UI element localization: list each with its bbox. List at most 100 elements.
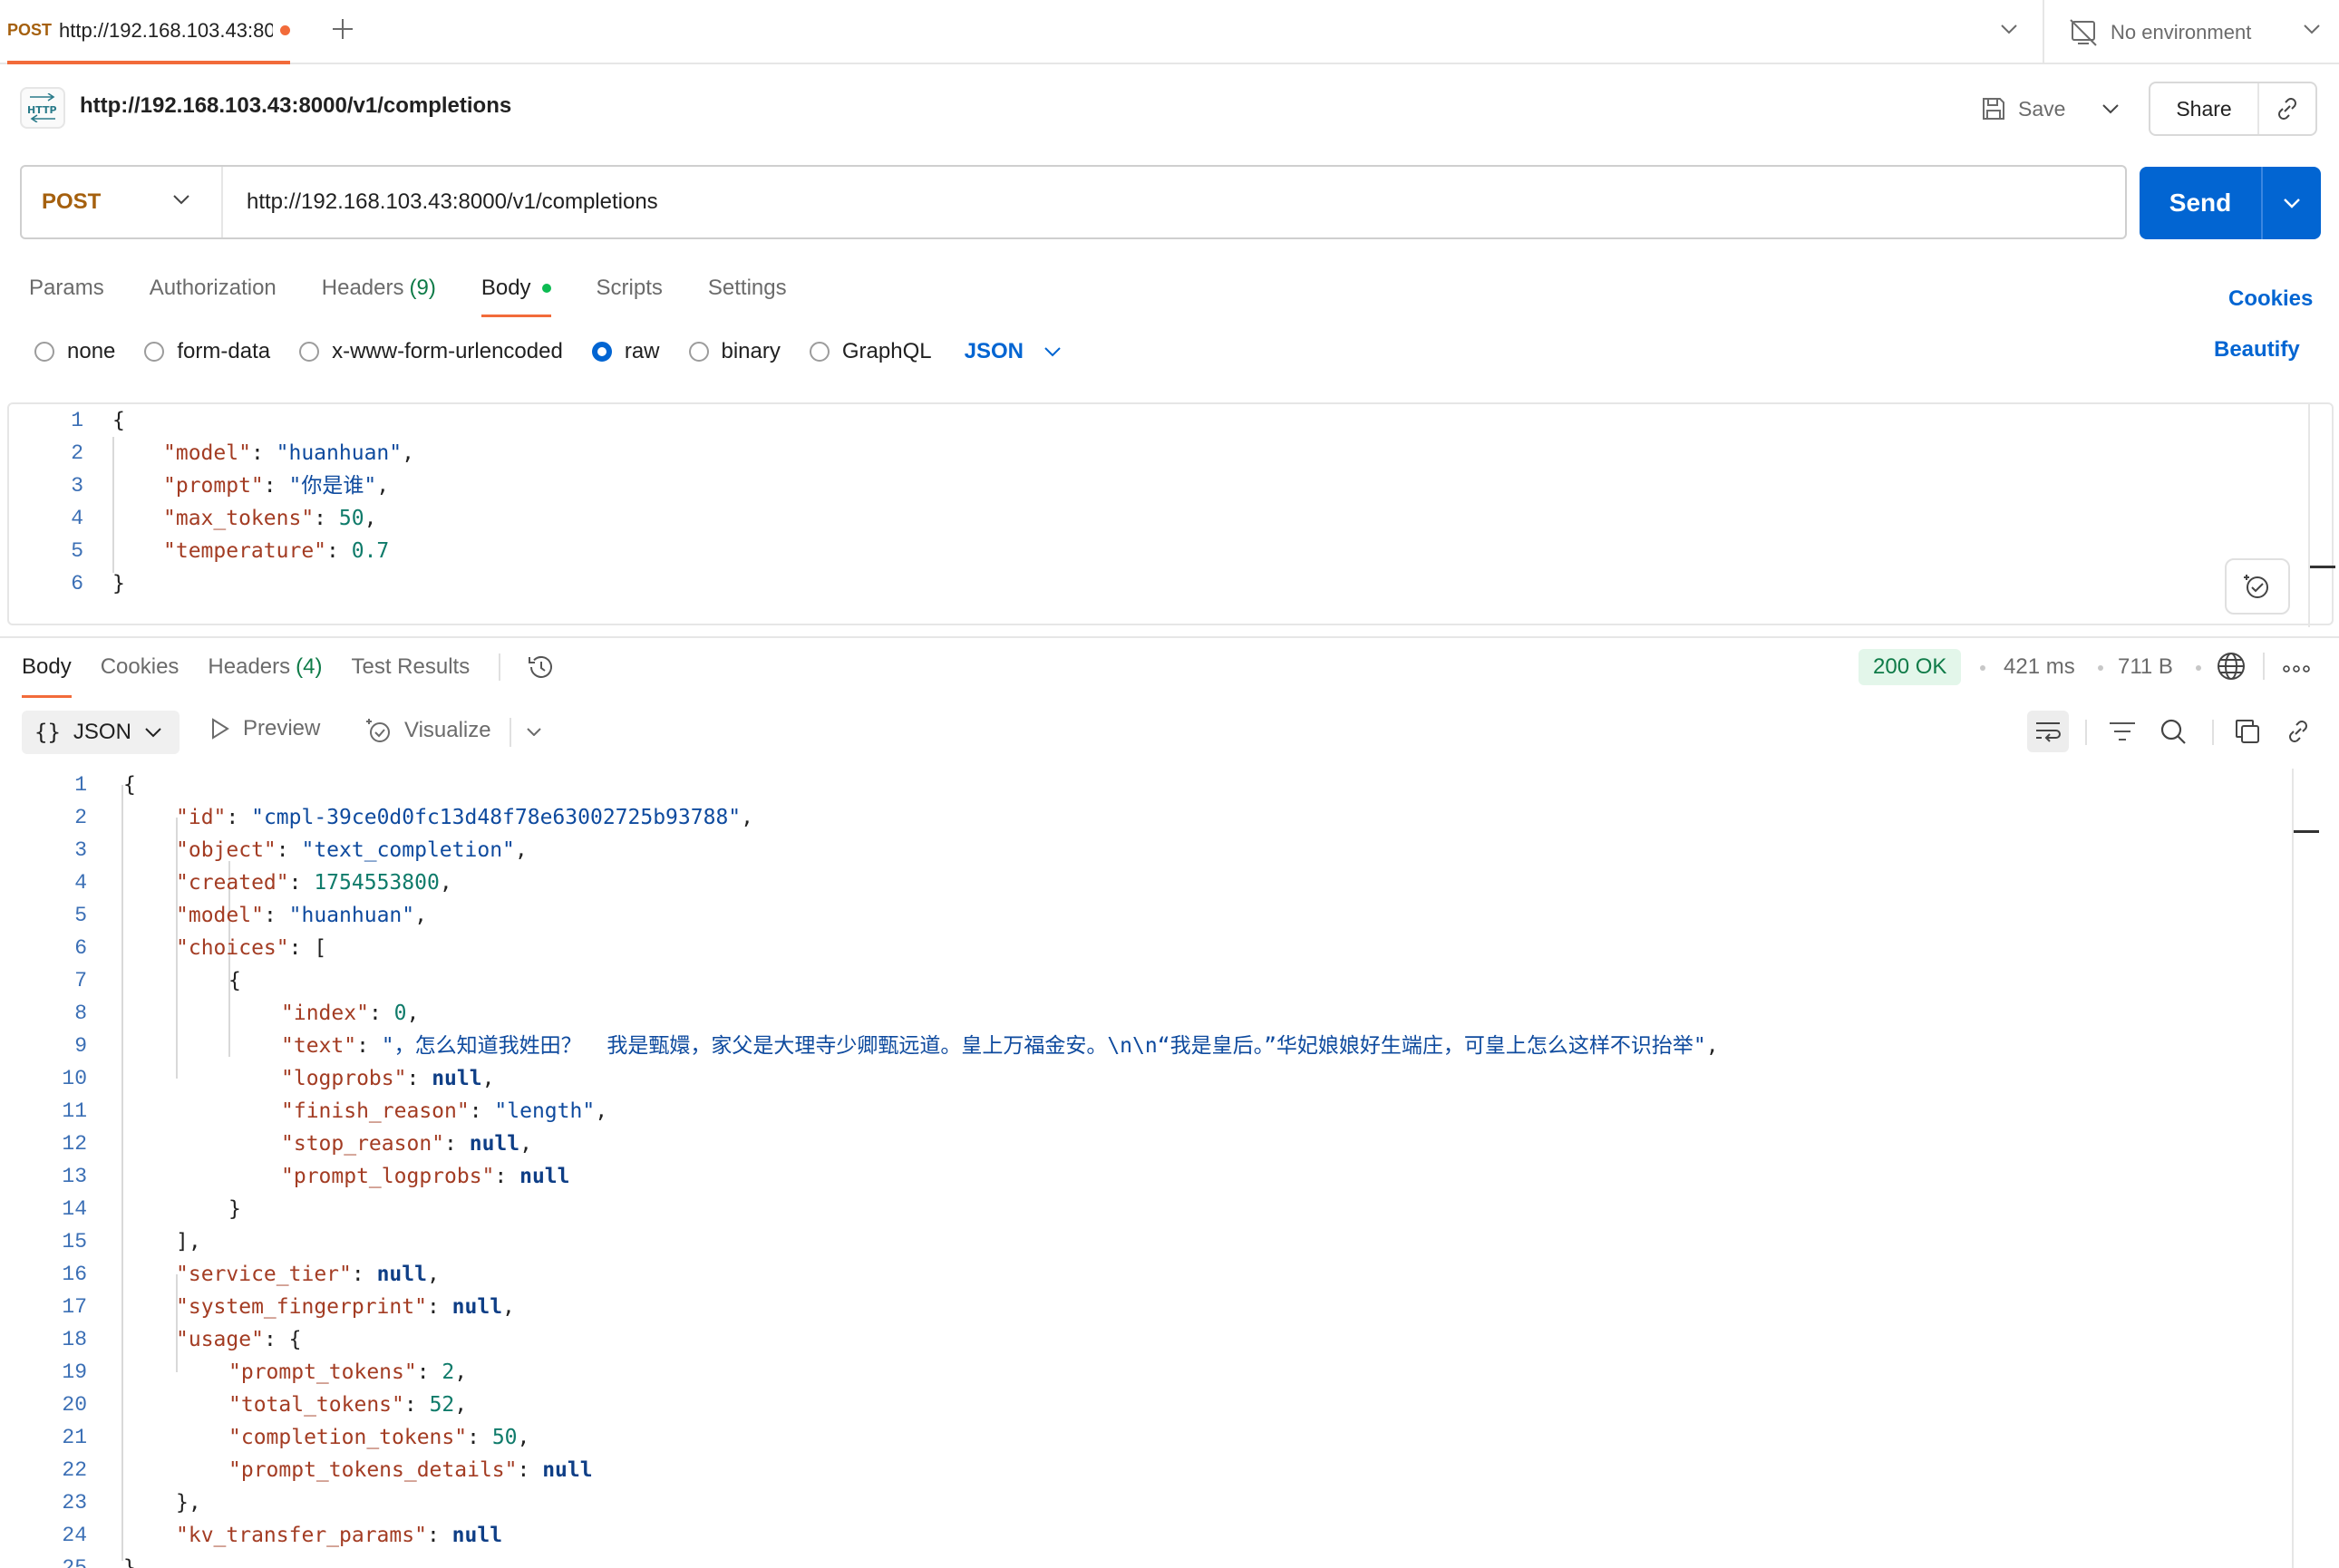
radio-graphql[interactable]: GraphQL	[809, 339, 932, 364]
radio-none[interactable]: none	[34, 339, 115, 364]
response-time[interactable]: 421 ms	[2004, 654, 2075, 680]
chevron-down-icon	[173, 195, 189, 205]
tab-body[interactable]: Body	[480, 263, 551, 317]
code-line: "max_tokens": 50,	[163, 502, 376, 535]
wrap-lines-button[interactable]	[2027, 711, 2069, 752]
ai-assist-button[interactable]	[2225, 558, 2290, 615]
tabs-dropdown-button[interactable]	[1991, 11, 2027, 47]
share-group: Share	[2149, 82, 2317, 136]
radio-urlencoded[interactable]: x-www-form-urlencoded	[299, 339, 563, 364]
tab-authorization[interactable]: Authorization	[150, 263, 277, 314]
json-value: null	[376, 1263, 427, 1286]
visualize-button[interactable]: Visualize	[364, 716, 491, 745]
json-colon: :	[469, 1099, 495, 1123]
environment-dropdown-button[interactable]	[2294, 11, 2330, 47]
json-colon: :	[426, 1524, 452, 1547]
response-format-select[interactable]: {} JSON	[22, 711, 180, 754]
response-tab-test-results[interactable]: Test Results	[351, 642, 470, 692]
save-button[interactable]: Save	[1980, 89, 2065, 129]
body-type-radios: none form-data x-www-form-urlencoded raw…	[34, 334, 1062, 370]
url-bar: POST http://192.168.103.43:8000/v1/compl…	[20, 165, 2127, 239]
json-punctuation: }	[228, 1197, 241, 1221]
share-button[interactable]: Share	[2150, 83, 2259, 134]
chevron-down-icon	[2284, 198, 2300, 208]
json-punctuation: ,	[517, 1426, 530, 1449]
json-colon: :	[263, 1328, 289, 1351]
editor-scrollbar[interactable]	[2308, 404, 2310, 627]
tab-params[interactable]: Params	[29, 263, 104, 314]
response-scrollbar[interactable]	[2292, 769, 2294, 1568]
tab-headers-label: Headers	[321, 276, 404, 300]
tab-scripts[interactable]: Scripts	[597, 263, 663, 314]
method-select[interactable]: POST	[22, 167, 223, 237]
unsaved-dot	[280, 25, 290, 35]
line-number: 4	[74, 871, 87, 895]
code-line: }	[228, 1193, 241, 1225]
line-number: 11	[62, 1099, 87, 1123]
beautify-link[interactable]: Beautify	[2214, 337, 2300, 363]
copy-link-response-button[interactable]	[2277, 711, 2319, 752]
response-size[interactable]: 711 B	[2118, 654, 2173, 680]
response-body-viewer[interactable]: 1 {2 "id": "cmpl-39ce0d0fc13d48f78e6300272…	[0, 769, 2339, 1568]
radio-raw[interactable]: raw	[591, 339, 660, 364]
send-button[interactable]: Send	[2140, 167, 2263, 239]
body-language-label: JSON	[964, 339, 1024, 363]
status-badge[interactable]: 200 OK	[1859, 649, 1962, 685]
json-key: "object"	[176, 838, 277, 862]
chevron-down-icon	[2001, 24, 2017, 34]
code-line: {	[123, 769, 136, 801]
copy-button[interactable]	[2227, 711, 2268, 752]
radio-form-data[interactable]: form-data	[144, 339, 270, 364]
tab-headers[interactable]: Headers (9)	[322, 263, 436, 314]
code-line: "completion_tokens": 50,	[228, 1421, 529, 1454]
chevron-down-icon	[2304, 24, 2320, 34]
cookies-link[interactable]: Cookies	[2228, 286, 2313, 312]
json-key: "service_tier"	[176, 1263, 352, 1286]
response-tab-body[interactable]: Body	[22, 642, 72, 698]
chevron-down-icon	[145, 728, 161, 738]
preview-button[interactable]: Preview	[210, 716, 320, 741]
response-tab-cookies[interactable]: Cookies	[101, 642, 180, 692]
link-icon	[2278, 98, 2296, 120]
save-options-button[interactable]	[2092, 91, 2129, 127]
code-line: "system_fingerprint": null,	[176, 1291, 515, 1323]
request-tab[interactable]: POST http://192.168.103.43:8000/v1/compl…	[7, 0, 290, 64]
network-info-button[interactable]	[2216, 651, 2247, 686]
json-key: "text"	[281, 1034, 357, 1058]
json-punctuation: ,	[481, 1067, 495, 1090]
json-value: "huanhuan"	[288, 904, 415, 927]
copy-link-button[interactable]	[2259, 83, 2315, 134]
body-language-select[interactable]: JSON	[965, 339, 1062, 364]
history-button[interactable]	[526, 652, 557, 682]
url-input[interactable]: http://192.168.103.43:8000/v1/completion…	[223, 167, 2125, 237]
json-value: null	[451, 1524, 503, 1547]
send-options-button[interactable]	[2263, 167, 2321, 239]
json-punctuation: ,	[502, 1295, 515, 1319]
request-body-editor[interactable]: 1 {2 "model": "huanhuan", 3 "prompt": "你是谁",…	[7, 402, 2335, 627]
filter-button[interactable]	[2101, 711, 2143, 752]
tab-scripts-label: Scripts	[596, 276, 663, 300]
request-name[interactable]: http://192.168.103.43:8000/v1/completion…	[80, 93, 511, 119]
tab-strip: POST http://192.168.103.43:8000/v1/compl…	[0, 0, 2339, 64]
json-punctuation: {	[123, 773, 136, 797]
response-tab-headers[interactable]: Headers (4)	[208, 642, 322, 692]
radio-urlencoded-label: x-www-form-urlencoded	[332, 339, 563, 363]
response-tab-cookies-label: Cookies	[100, 654, 180, 679]
new-tab-button[interactable]	[325, 11, 361, 47]
tab-settings-label: Settings	[707, 276, 787, 300]
json-key: "prompt"	[163, 474, 264, 498]
tab-settings[interactable]: Settings	[708, 263, 787, 314]
json-value: null	[451, 1295, 503, 1319]
code-line: "stop_reason": null,	[281, 1128, 532, 1160]
visualize-options-button[interactable]	[520, 718, 548, 745]
method-label: POST	[42, 189, 102, 214]
json-punctuation: ,	[454, 1360, 468, 1384]
radio-binary[interactable]: binary	[688, 339, 781, 364]
json-key: "model"	[163, 441, 251, 465]
line-number: 3	[71, 474, 83, 498]
environment-selector[interactable]: No environment	[2069, 0, 2251, 64]
search-button[interactable]	[2152, 711, 2194, 752]
more-options-button[interactable]	[2283, 662, 2310, 678]
json-value: 52	[429, 1393, 455, 1417]
indent-guide	[121, 785, 123, 1561]
